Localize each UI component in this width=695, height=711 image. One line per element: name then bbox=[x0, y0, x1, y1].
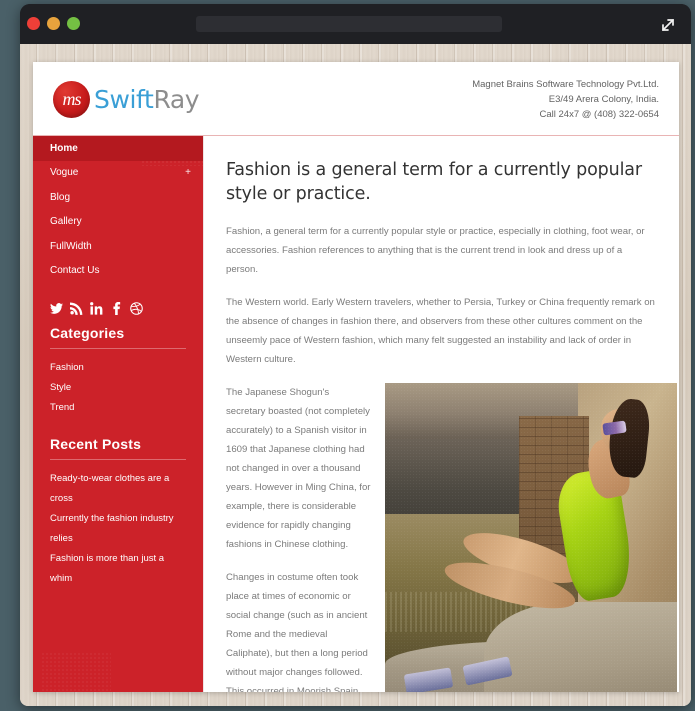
browser-toolbar bbox=[20, 4, 691, 44]
page-viewport: ms SwiftRay Magnet Brains Software Techn… bbox=[20, 44, 691, 706]
contact-phone: Call 24x7 @ (408) 322-0654 bbox=[539, 109, 660, 120]
page-title: Fashion is a general term for a currentl… bbox=[226, 160, 642, 204]
site-body: Home Vogue + Blog Gallery FullWidth Cont… bbox=[33, 136, 679, 692]
categories-widget: Categories Fashion Style Trend bbox=[33, 321, 203, 418]
site-header: ms SwiftRay Magnet Brains Software Techn… bbox=[33, 62, 679, 136]
recent-post-link[interactable]: Fashion is more than just a whim bbox=[50, 549, 186, 589]
sidebar-item-home[interactable]: Home bbox=[33, 136, 203, 161]
sidebar-item-label: Vogue bbox=[50, 167, 79, 179]
sidebar-item-label: Blog bbox=[50, 191, 71, 203]
sidebar-item-contact-us[interactable]: Contact Us bbox=[33, 259, 203, 284]
logo-text-secondary: Ray bbox=[153, 85, 200, 114]
linkedin-icon[interactable] bbox=[90, 301, 103, 315]
categories-title: Categories bbox=[50, 325, 125, 341]
sidebar-item-label: Contact Us bbox=[50, 265, 100, 277]
facebook-icon[interactable] bbox=[110, 301, 123, 315]
website-page: ms SwiftRay Magnet Brains Software Techn… bbox=[33, 62, 679, 692]
category-link-trend[interactable]: Trend bbox=[50, 398, 186, 418]
sidebar-item-fullwidth[interactable]: FullWidth bbox=[33, 234, 203, 259]
category-link-fashion[interactable]: Fashion bbox=[50, 358, 186, 378]
logo-text: SwiftRay bbox=[94, 85, 200, 114]
fullscreen-icon[interactable] bbox=[657, 14, 679, 36]
recent-posts-title: Recent Posts bbox=[50, 436, 142, 452]
feature-image bbox=[385, 383, 677, 692]
traffic-lights bbox=[27, 17, 80, 30]
sidebar-item-label: Gallery bbox=[50, 216, 82, 228]
sidebar-item-label: FullWidth bbox=[50, 240, 92, 252]
recent-post-link[interactable]: Ready-to-wear clothes are a cross bbox=[50, 469, 186, 509]
twitter-icon[interactable] bbox=[50, 302, 63, 315]
main-content: Fashion is a general term for a currentl… bbox=[203, 136, 679, 692]
content-text-column: The Japanese Shogun's secretary boasted … bbox=[226, 383, 371, 692]
widget-divider bbox=[50, 459, 186, 460]
content-paragraph-3: The Japanese Shogun's secretary boasted … bbox=[226, 387, 371, 550]
sidebar-item-blog[interactable]: Blog bbox=[33, 185, 203, 210]
contact-company: Magnet Brains Software Technology Pvt.Lt… bbox=[472, 79, 659, 90]
content-paragraph-2: The Western world. Early Western travele… bbox=[226, 297, 655, 365]
content-paragraph-1: Fashion, a general term for a currently … bbox=[226, 226, 645, 275]
sidebar-item-gallery[interactable]: Gallery bbox=[33, 210, 203, 235]
logo-mark-icon: ms bbox=[53, 81, 90, 118]
sidebar: Home Vogue + Blog Gallery FullWidth Cont… bbox=[33, 136, 203, 692]
sidebar-item-label: Home bbox=[50, 142, 78, 154]
header-contact-info: Magnet Brains Software Technology Pvt.Lt… bbox=[472, 77, 659, 122]
category-link-style[interactable]: Style bbox=[50, 378, 186, 398]
widget-divider bbox=[50, 348, 186, 349]
sidebar-dot-texture-bottom bbox=[41, 652, 111, 692]
recent-posts-widget: Recent Posts Ready-to-wear clothes are a… bbox=[33, 418, 203, 589]
logo-text-primary: Swift bbox=[94, 85, 154, 114]
url-input[interactable] bbox=[196, 16, 502, 32]
rss-icon[interactable] bbox=[70, 301, 83, 315]
recent-post-link[interactable]: Currently the fashion industry relies bbox=[50, 509, 186, 549]
sidebar-item-vogue[interactable]: Vogue + bbox=[33, 161, 203, 186]
dribbble-icon[interactable] bbox=[130, 301, 143, 315]
contact-address: E3/49 Arera Colony, India. bbox=[548, 94, 659, 105]
photo-ledge-layer-2 bbox=[484, 602, 677, 692]
sidebar-nav: Home Vogue + Blog Gallery FullWidth Cont… bbox=[33, 136, 203, 283]
content-paragraph-4: Changes in costume often took place at t… bbox=[226, 572, 368, 692]
close-window-button[interactable] bbox=[27, 17, 40, 30]
submenu-plus-icon: + bbox=[185, 167, 191, 179]
maximize-window-button[interactable] bbox=[67, 17, 80, 30]
minimize-window-button[interactable] bbox=[47, 17, 60, 30]
content-columns: The Japanese Shogun's secretary boasted … bbox=[226, 383, 677, 692]
social-links bbox=[33, 283, 203, 321]
browser-window: ms SwiftRay Magnet Brains Software Techn… bbox=[20, 4, 691, 706]
site-logo[interactable]: ms SwiftRay bbox=[53, 81, 200, 118]
